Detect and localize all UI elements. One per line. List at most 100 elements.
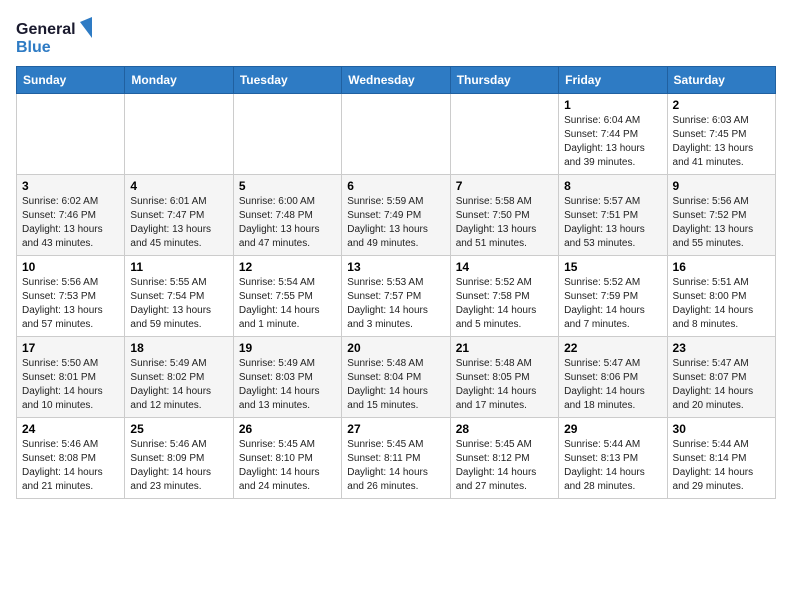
calendar-week-2: 3 Sunrise: 6:02 AMSunset: 7:46 PMDaylight… xyxy=(17,175,776,256)
calendar-cell xyxy=(17,94,125,175)
calendar-header: SundayMondayTuesdayWednesdayThursdayFrid… xyxy=(17,67,776,94)
calendar-cell xyxy=(125,94,233,175)
calendar-cell: 26 Sunrise: 5:45 AMSunset: 8:10 PMDayligh… xyxy=(233,418,341,499)
calendar-cell xyxy=(450,94,558,175)
day-info: Sunrise: 6:03 AMSunset: 7:45 PMDaylight:… xyxy=(673,114,770,170)
day-info: Sunrise: 5:44 AMSunset: 8:13 PMDaylight:… xyxy=(564,438,661,494)
day-number: 13 xyxy=(347,260,444,274)
day-number: 11 xyxy=(130,260,227,274)
calendar-week-5: 24Sunrise: 5:46 AMSunset: 8:08 PMDayligh… xyxy=(17,418,776,499)
day-info: Sunrise: 5:52 AMSunset: 7:58 PMDaylight:… xyxy=(456,276,553,332)
day-info: Sunrise: 5:51 AMSunset: 8:00 PMDaylight:… xyxy=(673,276,770,332)
calendar-cell: 22 Sunrise: 5:47 AMSunset: 8:06 PMDayligh… xyxy=(559,337,667,418)
logo-svg: GeneralBlue xyxy=(16,16,96,56)
day-info: Sunrise: 6:00 AMSunset: 7:48 PMDaylight:… xyxy=(239,195,336,251)
day-number: 2 xyxy=(673,98,770,112)
calendar-cell: 29 Sunrise: 5:44 AMSunset: 8:13 PMDayligh… xyxy=(559,418,667,499)
day-info: Sunrise: 5:46 AMSunset: 8:09 PMDaylight:… xyxy=(130,438,227,494)
weekday-header-wednesday: Wednesday xyxy=(342,67,450,94)
day-info: Sunrise: 5:45 AMSunset: 8:12 PMDaylight:… xyxy=(456,438,553,494)
day-info: Sunrise: 5:45 AMSunset: 8:10 PMDaylight:… xyxy=(239,438,336,494)
day-number: 5 xyxy=(239,179,336,193)
day-info: Sunrise: 5:56 AMSunset: 7:52 PMDaylight:… xyxy=(673,195,770,251)
calendar-cell: 24Sunrise: 5:46 AMSunset: 8:08 PMDayligh… xyxy=(17,418,125,499)
calendar-table: SundayMondayTuesdayWednesdayThursdayFrid… xyxy=(16,66,776,499)
calendar-cell: 19 Sunrise: 5:49 AMSunset: 8:03 PMDayligh… xyxy=(233,337,341,418)
calendar-week-1: 1Sunrise: 6:04 AMSunset: 7:44 PMDaylight… xyxy=(17,94,776,175)
day-info: Sunrise: 5:57 AMSunset: 7:51 PMDaylight:… xyxy=(564,195,661,251)
calendar-cell: 20Sunrise: 5:48 AMSunset: 8:04 PMDayligh… xyxy=(342,337,450,418)
calendar-cell: 13 Sunrise: 5:53 AMSunset: 7:57 PMDayligh… xyxy=(342,256,450,337)
day-number: 21 xyxy=(456,341,553,355)
day-info: Sunrise: 5:49 AMSunset: 8:03 PMDaylight:… xyxy=(239,357,336,413)
calendar-cell: 7Sunrise: 5:58 AMSunset: 7:50 PMDaylight… xyxy=(450,175,558,256)
day-info: Sunrise: 5:56 AMSunset: 7:53 PMDaylight:… xyxy=(22,276,119,332)
calendar-cell: 25 Sunrise: 5:46 AMSunset: 8:09 PMDayligh… xyxy=(125,418,233,499)
calendar-cell: 8Sunrise: 5:57 AMSunset: 7:51 PMDaylight… xyxy=(559,175,667,256)
day-info: Sunrise: 5:46 AMSunset: 8:08 PMDaylight:… xyxy=(22,438,119,494)
calendar-cell: 1Sunrise: 6:04 AMSunset: 7:44 PMDaylight… xyxy=(559,94,667,175)
calendar-cell: 30Sunrise: 5:44 AMSunset: 8:14 PMDayligh… xyxy=(667,418,775,499)
day-info: Sunrise: 5:49 AMSunset: 8:02 PMDaylight:… xyxy=(130,357,227,413)
calendar-cell: 16 Sunrise: 5:51 AMSunset: 8:00 PMDayligh… xyxy=(667,256,775,337)
day-number: 1 xyxy=(564,98,661,112)
day-number: 10 xyxy=(22,260,119,274)
calendar-body: 1Sunrise: 6:04 AMSunset: 7:44 PMDaylight… xyxy=(17,94,776,499)
calendar-cell: 23 Sunrise: 5:47 AMSunset: 8:07 PMDayligh… xyxy=(667,337,775,418)
day-info: Sunrise: 5:48 AMSunset: 8:05 PMDaylight:… xyxy=(456,357,553,413)
calendar-week-4: 17 Sunrise: 5:50 AMSunset: 8:01 PMDayligh… xyxy=(17,337,776,418)
weekday-header-thursday: Thursday xyxy=(450,67,558,94)
day-info: Sunrise: 5:54 AMSunset: 7:55 PMDaylight:… xyxy=(239,276,336,332)
calendar-cell: 3 Sunrise: 6:02 AMSunset: 7:46 PMDaylight… xyxy=(17,175,125,256)
calendar-cell: 18 Sunrise: 5:49 AMSunset: 8:02 PMDayligh… xyxy=(125,337,233,418)
day-number: 29 xyxy=(564,422,661,436)
day-number: 26 xyxy=(239,422,336,436)
calendar-cell: 21 Sunrise: 5:48 AMSunset: 8:05 PMDayligh… xyxy=(450,337,558,418)
calendar-cell: 6Sunrise: 5:59 AMSunset: 7:49 PMDaylight… xyxy=(342,175,450,256)
day-number: 22 xyxy=(564,341,661,355)
day-number: 28 xyxy=(456,422,553,436)
day-number: 16 xyxy=(673,260,770,274)
weekday-header-friday: Friday xyxy=(559,67,667,94)
day-number: 17 xyxy=(22,341,119,355)
calendar-cell: 10 Sunrise: 5:56 AMSunset: 7:53 PMDayligh… xyxy=(17,256,125,337)
calendar-cell: 15 Sunrise: 5:52 AMSunset: 7:59 PMDayligh… xyxy=(559,256,667,337)
day-number: 3 xyxy=(22,179,119,193)
day-info: Sunrise: 5:45 AMSunset: 8:11 PMDaylight:… xyxy=(347,438,444,494)
day-number: 25 xyxy=(130,422,227,436)
day-info: Sunrise: 5:48 AMSunset: 8:04 PMDaylight:… xyxy=(347,357,444,413)
calendar-cell: 14 Sunrise: 5:52 AMSunset: 7:58 PMDayligh… xyxy=(450,256,558,337)
day-info: Sunrise: 6:01 AMSunset: 7:47 PMDaylight:… xyxy=(130,195,227,251)
calendar-cell: 11 Sunrise: 5:55 AMSunset: 7:54 PMDayligh… xyxy=(125,256,233,337)
calendar-cell: 27Sunrise: 5:45 AMSunset: 8:11 PMDayligh… xyxy=(342,418,450,499)
day-info: Sunrise: 5:55 AMSunset: 7:54 PMDaylight:… xyxy=(130,276,227,332)
day-number: 15 xyxy=(564,260,661,274)
calendar-cell: 12 Sunrise: 5:54 AMSunset: 7:55 PMDayligh… xyxy=(233,256,341,337)
page-header: GeneralBlue xyxy=(16,16,776,56)
weekday-header-saturday: Saturday xyxy=(667,67,775,94)
calendar-cell xyxy=(342,94,450,175)
day-info: Sunrise: 5:47 AMSunset: 8:07 PMDaylight:… xyxy=(673,357,770,413)
day-number: 12 xyxy=(239,260,336,274)
calendar-cell: 4 Sunrise: 6:01 AMSunset: 7:47 PMDaylight… xyxy=(125,175,233,256)
calendar-cell: 17 Sunrise: 5:50 AMSunset: 8:01 PMDayligh… xyxy=(17,337,125,418)
logo: GeneralBlue xyxy=(16,16,96,56)
calendar-week-3: 10 Sunrise: 5:56 AMSunset: 7:53 PMDayligh… xyxy=(17,256,776,337)
day-info: Sunrise: 5:53 AMSunset: 7:57 PMDaylight:… xyxy=(347,276,444,332)
calendar-cell xyxy=(233,94,341,175)
day-info: Sunrise: 5:50 AMSunset: 8:01 PMDaylight:… xyxy=(22,357,119,413)
day-number: 18 xyxy=(130,341,227,355)
day-number: 4 xyxy=(130,179,227,193)
day-info: Sunrise: 5:47 AMSunset: 8:06 PMDaylight:… xyxy=(564,357,661,413)
day-number: 7 xyxy=(456,179,553,193)
day-info: Sunrise: 5:52 AMSunset: 7:59 PMDaylight:… xyxy=(564,276,661,332)
calendar-cell: 2 Sunrise: 6:03 AMSunset: 7:45 PMDaylight… xyxy=(667,94,775,175)
calendar-cell: 5 Sunrise: 6:00 AMSunset: 7:48 PMDaylight… xyxy=(233,175,341,256)
day-number: 19 xyxy=(239,341,336,355)
svg-text:Blue: Blue xyxy=(16,39,51,56)
day-number: 23 xyxy=(673,341,770,355)
day-info: Sunrise: 6:02 AMSunset: 7:46 PMDaylight:… xyxy=(22,195,119,251)
weekday-header-monday: Monday xyxy=(125,67,233,94)
day-number: 14 xyxy=(456,260,553,274)
svg-text:General: General xyxy=(16,21,76,38)
